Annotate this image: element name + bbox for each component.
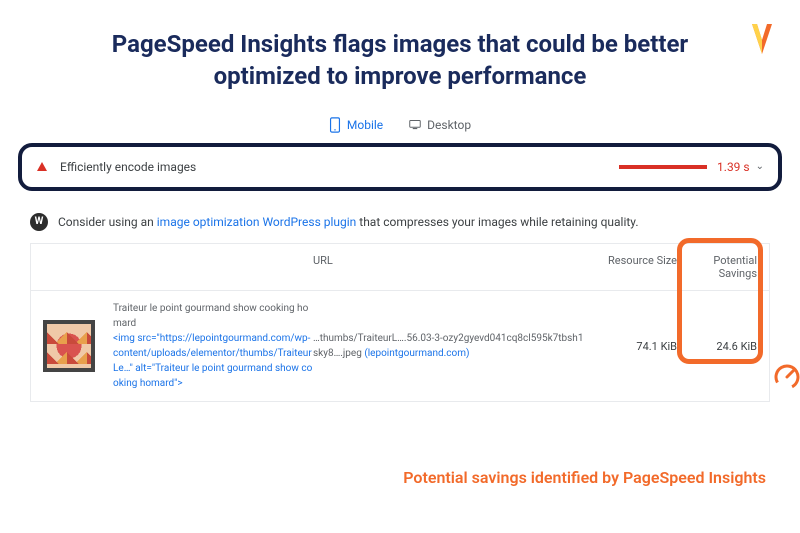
audit-label: Efficiently encode images	[60, 160, 619, 174]
recommendation-link[interactable]: image optimization WordPress plugin	[157, 215, 357, 229]
desktop-icon	[409, 117, 421, 133]
table-row: Traiteur le point gourmand show cooking …	[31, 291, 769, 401]
chevron-down-icon: ⌄	[756, 161, 764, 172]
warning-icon	[36, 161, 48, 173]
header-potential-savings: PotentialSavings	[677, 254, 757, 280]
resource-size-cell: 74.1 KiB	[587, 340, 677, 353]
url-cell: …thumbs/TraiteurL….56.03-3-ozy2gyevd041c…	[313, 331, 587, 361]
image-thumbnail	[43, 320, 95, 372]
gauge-icon	[772, 362, 800, 396]
header-resource-size: Resource Size	[587, 254, 677, 280]
tab-mobile[interactable]: Mobile	[329, 117, 383, 133]
opportunities-table: URL Resource Size PotentialSavings Trait…	[30, 243, 770, 402]
tab-desktop[interactable]: Desktop	[409, 117, 471, 133]
table-header: URL Resource Size PotentialSavings	[31, 244, 769, 291]
wordpress-icon: W	[30, 213, 48, 231]
tab-desktop-label: Desktop	[427, 118, 471, 132]
annotation-caption: Potential savings identified by PageSpee…	[403, 467, 766, 489]
tab-mobile-label: Mobile	[347, 118, 383, 132]
recommendation-row: W Consider using an image optimization W…	[30, 213, 770, 231]
savings-bar	[619, 165, 707, 169]
brand-logo	[750, 22, 774, 66]
audit-time: 1.39 s	[717, 160, 750, 174]
header-url: URL	[313, 254, 587, 280]
image-markup-cell: Traiteur le point gourmand show cooking …	[113, 301, 313, 391]
recommendation-suffix: that compresses your images while retain…	[356, 215, 638, 229]
audit-row-highlight[interactable]: Efficiently encode images 1.39 s ⌄	[18, 143, 782, 191]
mobile-icon	[329, 117, 341, 133]
potential-savings-cell: 24.6 KiB	[677, 340, 757, 353]
page-title: PageSpeed Insights flags images that cou…	[0, 0, 800, 101]
device-tabs: Mobile Desktop	[0, 117, 800, 133]
recommendation-prefix: Consider using an	[58, 215, 157, 229]
